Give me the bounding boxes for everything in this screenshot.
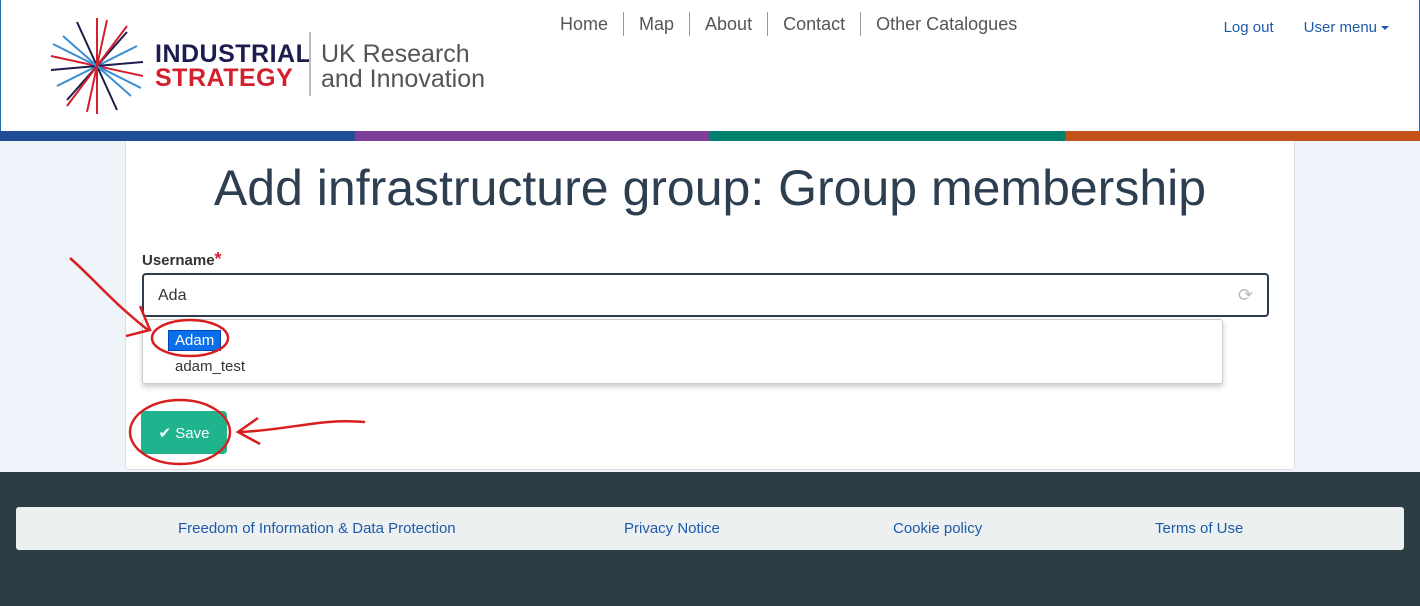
suggestion-item[interactable]: adam_test [169,357,251,376]
user-menu[interactable]: User menu [1304,19,1389,36]
refresh-icon: ⟳ [1237,285,1253,305]
stripe-segment [1065,131,1420,141]
main-nav: Home Map About Contact Other Catalogues [545,12,1032,36]
save-button[interactable]: ✔ Save [141,411,227,454]
logo-divider [309,32,311,96]
footer-link-privacy[interactable]: Privacy Notice [624,520,720,537]
site-header: INDUSTRIAL STRATEGY UK Research and Inno… [0,0,1420,131]
check-icon: ✔ [158,424,172,442]
footer-link-foi[interactable]: Freedom of Information & Data Protection [178,520,456,537]
starburst-logo-icon [50,18,144,114]
logo-text: and Innovation [321,65,486,93]
stripe-segment [710,131,1065,141]
logo-text: STRATEGY [155,64,294,92]
form-card: Add infrastructure group: Group membersh… [125,141,1295,470]
page-title: Add infrastructure group: Group membersh… [213,160,1207,216]
nav-home[interactable]: Home [545,12,623,36]
nav-contact[interactable]: Contact [767,12,860,36]
nav-about[interactable]: About [689,12,767,36]
footer-link-terms[interactable]: Terms of Use [1155,520,1243,537]
stripe-segment [0,131,355,141]
required-mark: * [214,249,222,269]
username-value: Ada [158,287,187,304]
color-stripe [0,131,1420,141]
stripe-segment [355,131,710,141]
logo[interactable]: INDUSTRIAL STRATEGY UK Research and Inno… [47,14,507,114]
logout-link[interactable]: Log out [1224,19,1274,36]
suggestion-item[interactable]: Adam [168,330,222,351]
footer-link-cookies[interactable]: Cookie policy [893,520,982,537]
username-label-text: Username [142,252,215,269]
save-label: Save [175,424,210,442]
username-label: Username* [142,249,222,270]
caret-down-icon [1381,26,1389,31]
nav-other-catalogues[interactable]: Other Catalogues [860,12,1032,36]
nav-map[interactable]: Map [623,12,689,36]
autocomplete-dropdown: Adam adam_test [142,319,1223,384]
footer: Freedom of Information & Data Protection… [0,472,1420,606]
username-input[interactable]: Ada ⟳ [142,273,1269,317]
footer-links: Freedom of Information & Data Protection… [16,507,1404,550]
user-menu-label: User menu [1303,19,1377,36]
